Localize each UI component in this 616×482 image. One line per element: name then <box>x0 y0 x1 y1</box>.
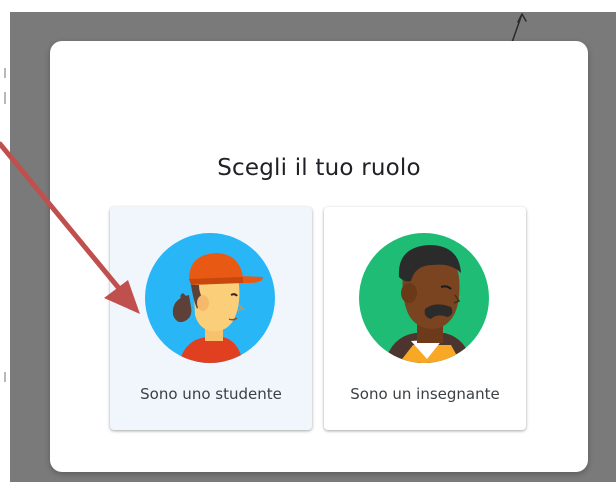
dialog-title: Scegli il tuo ruolo <box>217 155 421 181</box>
background-text-fragment <box>4 68 6 78</box>
role-label-teacher: Sono un insegnante <box>350 385 500 403</box>
role-card-teacher[interactable]: Sono un insegnante <box>324 207 526 430</box>
role-card-student[interactable]: Sono uno studente <box>110 207 312 430</box>
teacher-avatar-icon <box>359 233 489 363</box>
student-avatar-icon <box>145 233 275 363</box>
role-selection-dialog: Scegli il tuo ruolo Sono uno studente So… <box>50 41 588 472</box>
background-text-fragment <box>4 372 6 382</box>
background-text-fragment <box>4 92 6 104</box>
role-label-student: Sono uno studente <box>140 385 282 403</box>
